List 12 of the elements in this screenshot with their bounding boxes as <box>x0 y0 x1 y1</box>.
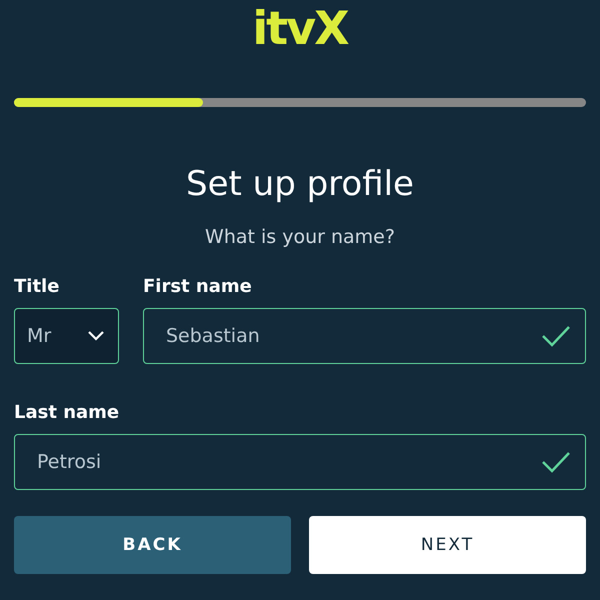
page-heading: Set up profile <box>185 163 415 206</box>
text-field[interactable]: Sebastian <box>143 308 586 364</box>
text-field[interactable]: Petrosi <box>14 434 586 490</box>
back-button[interactable]: BACK <box>14 516 291 574</box>
field-label: Last name <box>14 402 120 424</box>
next-button[interactable]: NEXT <box>309 516 586 574</box>
field-label: First name <box>143 276 253 298</box>
field-label: Title <box>14 276 60 298</box>
subtitle: What is your name? <box>204 226 396 248</box>
logo: itvX <box>252 0 348 56</box>
title-select[interactable]: Mr <box>14 308 119 364</box>
chevron-down-icon <box>88 331 104 341</box>
